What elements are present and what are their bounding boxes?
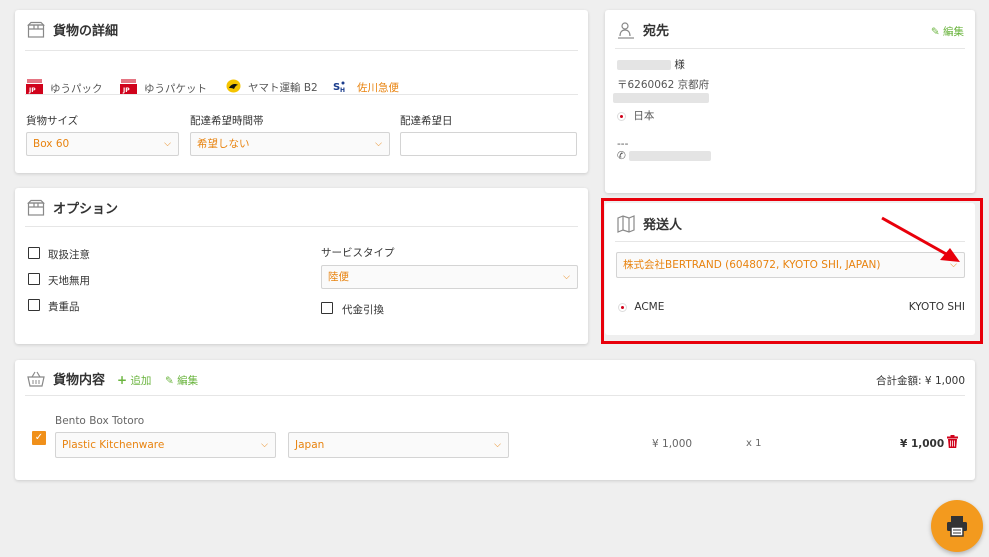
red-arrow-annotation	[881, 216, 960, 262]
contents-edit-link[interactable]: ✎ 編集	[165, 373, 198, 388]
svg-text:JP: JP	[122, 87, 130, 94]
plus-icon: +	[117, 373, 128, 387]
contents-add-link[interactable]: + 追加	[117, 373, 151, 388]
item-category-select[interactable]: Plastic Kitchenware ⌵	[55, 432, 276, 458]
japan-flag-icon	[618, 302, 627, 312]
recipient-postal-line: 〒6260062 京都府	[617, 79, 710, 91]
recipient-header: 宛先	[617, 20, 669, 39]
contents-title: 貨物内容	[53, 373, 106, 388]
recipient-country: 日本	[617, 108, 654, 123]
cod-checkbox[interactable]	[321, 302, 333, 314]
valuables-label: 貴重品	[48, 301, 80, 313]
recipient-separator: ---	[617, 138, 629, 150]
package-icon	[27, 199, 45, 217]
recipient-name: 様	[617, 57, 685, 72]
map-icon	[617, 214, 635, 233]
divider	[615, 48, 965, 49]
sender-title: 発送人	[643, 218, 683, 233]
package-icon	[27, 21, 45, 39]
recipient-phone: ✆	[617, 150, 712, 162]
handle-with-care-label: 取扱注意	[48, 249, 90, 261]
size-label: 貨物サイズ	[26, 115, 79, 127]
divider	[25, 50, 578, 51]
contents-header: 貨物内容	[27, 369, 105, 388]
chevron-down-icon: ⌵	[164, 139, 171, 149]
cargo-details-header: 貨物の詳細	[27, 20, 118, 39]
handle-with-care-checkbox[interactable]	[28, 247, 40, 259]
japan-flag-icon	[617, 111, 626, 121]
divider	[25, 395, 965, 396]
time-select[interactable]: 希望しない ⌵	[190, 132, 390, 156]
trash-icon[interactable]	[947, 435, 958, 451]
item-unit-price: ¥ 1,000	[652, 438, 693, 450]
recipient-card: 宛先 ✎ 編集 様 〒6260062 京都府 日本 --- ✆	[605, 10, 975, 193]
contents-card: 貨物内容 + 追加 ✎ 編集 合計金額: ¥ 1,000 Bento Box T…	[15, 360, 975, 480]
sender-header: 発送人	[617, 214, 682, 233]
chevron-down-icon: ⌵	[494, 440, 501, 450]
basket-icon	[27, 370, 45, 388]
printer-icon	[945, 514, 969, 541]
this-side-up-label: 天地無用	[48, 275, 90, 287]
phone-icon: ✆	[617, 150, 626, 162]
pencil-icon: ✎	[165, 375, 174, 387]
pencil-icon: ✎	[930, 26, 940, 38]
item-quantity: x 1	[746, 438, 762, 449]
person-pin-icon	[617, 21, 635, 39]
svg-text:H: H	[340, 87, 345, 93]
contents-total: 合計金額: ¥ 1,000	[876, 375, 965, 387]
item-line-total: ¥ 1,000	[900, 438, 945, 450]
options-title: オプション	[53, 202, 119, 217]
sender-city: KYOTO SHI	[908, 301, 965, 313]
cod-label: 代金引換	[342, 304, 384, 316]
options-header: オプション	[27, 198, 118, 217]
svg-text:JP: JP	[28, 87, 36, 94]
date-label: 配達希望日	[400, 115, 453, 127]
chevron-down-icon: ⌵	[563, 272, 570, 282]
item-name: Bento Box Totoro	[55, 415, 145, 427]
item-checkbox[interactable]: ✓	[32, 431, 46, 445]
divider	[25, 94, 578, 95]
recipient-edit-link[interactable]: ✎ 編集	[931, 24, 964, 39]
service-type-select[interactable]: 陸便 ⌵	[321, 265, 578, 289]
chevron-down-icon: ⌵	[261, 440, 268, 450]
date-input[interactable]	[400, 132, 577, 156]
divider	[25, 226, 578, 227]
valuables-checkbox[interactable]	[28, 299, 40, 311]
recipient-address-line	[613, 91, 709, 104]
size-select[interactable]: Box 60 ⌵	[26, 132, 179, 156]
time-label: 配達希望時間帯	[190, 115, 264, 127]
options-card: オプション 取扱注意 天地無用 貴重品 サービスタイプ 陸便 ⌵ 代金引換	[15, 188, 588, 344]
cargo-details-title: 貨物の詳細	[53, 24, 119, 39]
redacted-text	[629, 151, 712, 161]
print-button[interactable]	[931, 500, 983, 552]
recipient-title: 宛先	[643, 24, 670, 39]
service-type-label: サービスタイプ	[321, 247, 395, 259]
item-origin-select[interactable]: Japan ⌵	[288, 432, 509, 458]
sender-company: ACME	[618, 301, 664, 313]
chevron-down-icon: ⌵	[375, 139, 382, 149]
this-side-up-checkbox[interactable]	[28, 273, 40, 285]
redacted-text	[617, 60, 671, 70]
cargo-details-card: 貨物の詳細 JP ゆうパック JP ゆうパケット ヤマト運輸 B2 SH 佐川急…	[15, 10, 588, 173]
redacted-text	[613, 93, 709, 103]
